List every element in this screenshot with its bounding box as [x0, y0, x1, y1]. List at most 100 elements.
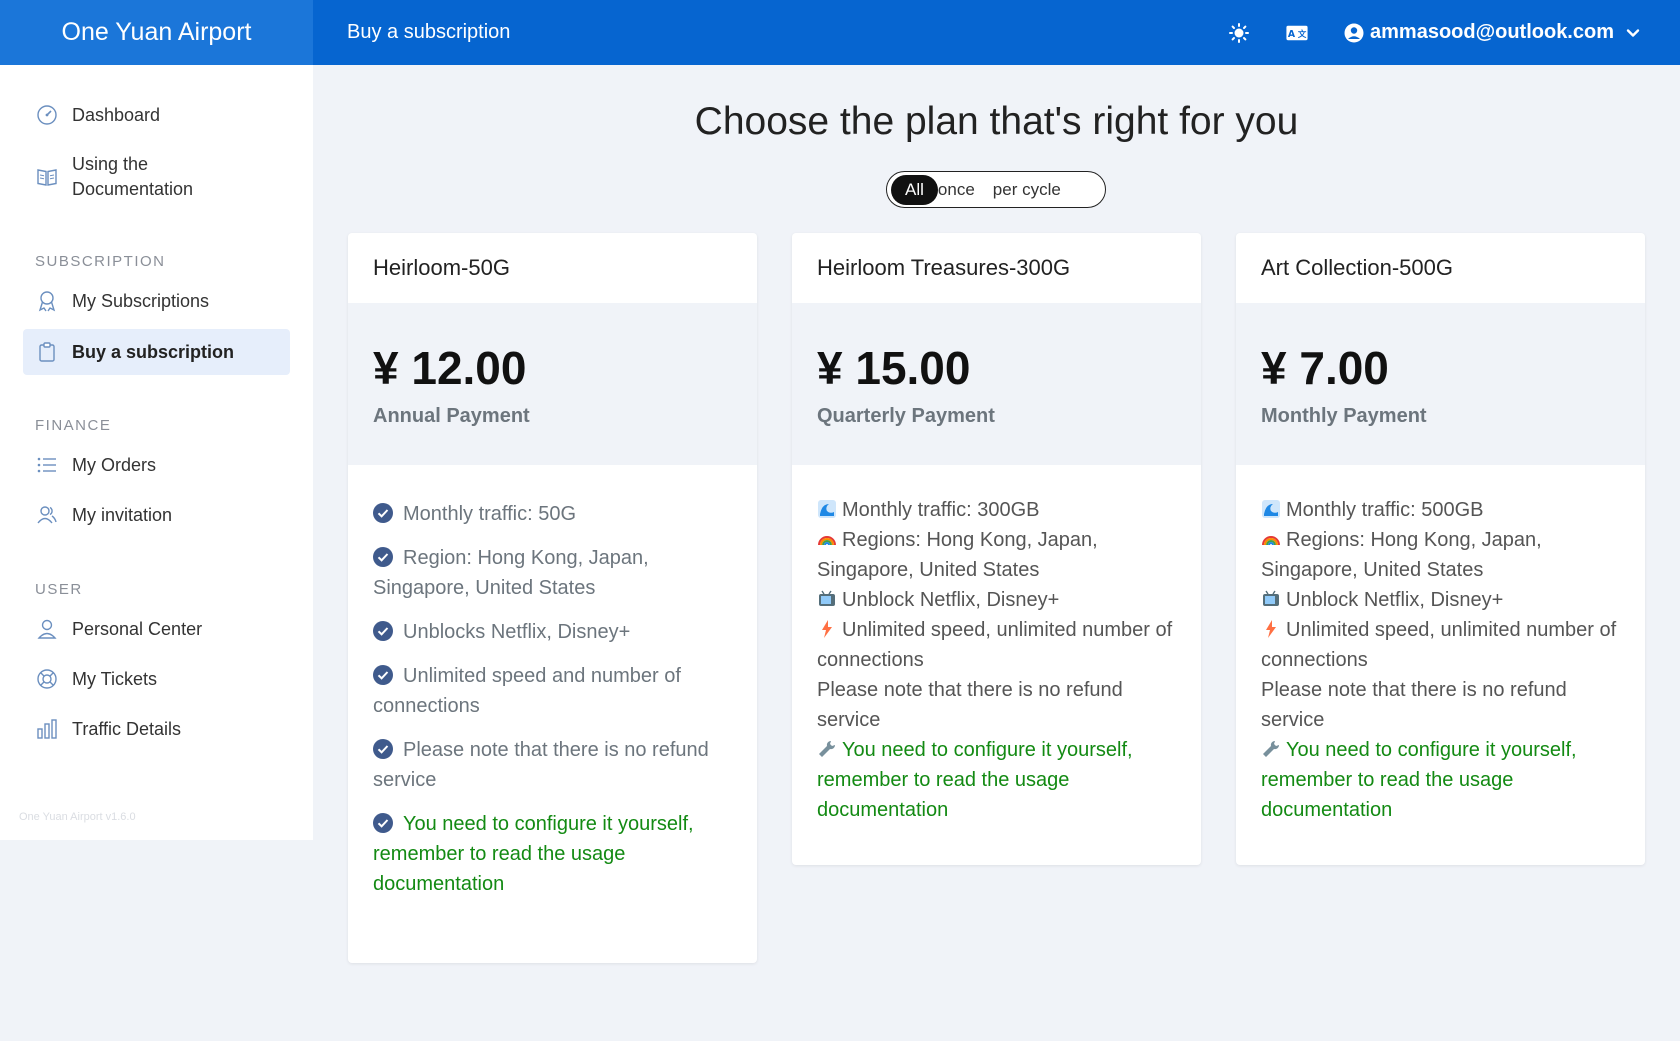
sidebar-item-label: My invitation	[72, 504, 173, 525]
section-title-subscription: SUBSCRIPTION	[35, 253, 166, 270]
clipboard-icon	[39, 342, 55, 362]
dashboard-icon	[37, 105, 57, 125]
check-circle-icon	[373, 665, 393, 685]
feature-item: Unblocks Netflix, Disney+	[373, 617, 732, 647]
section-title-user: USER	[35, 581, 83, 598]
svg-text:文: 文	[1298, 28, 1307, 38]
award-icon	[38, 291, 56, 312]
sidebar-item-my-tickets[interactable]: My Tickets	[23, 657, 290, 701]
feature-item: Unlimited speed and number of connection…	[373, 665, 681, 717]
sidebar-item-label: My Subscriptions	[72, 290, 210, 311]
plan-period: Monthly Payment	[1261, 405, 1427, 427]
plan-card[interactable]: Art Collection-500G ¥ 7.00 Monthly Payme…	[1236, 233, 1645, 865]
wrench-icon	[1263, 740, 1280, 757]
sidebar-item-personal-center[interactable]: Personal Center	[23, 607, 290, 651]
plan-period: Quarterly Payment	[817, 405, 995, 427]
feature-line: Unlimited speed, unlimited number of con…	[817, 619, 1173, 671]
feature-line: Monthly traffic: 300GB	[817, 495, 1176, 525]
feature-item: Region: Hong Kong, Japan, Singapore, Uni…	[373, 547, 649, 599]
sidebar-item-label: Personal Center	[72, 618, 203, 639]
feature-line: You need to configure it yourself, remem…	[1261, 739, 1577, 821]
sidebar-item-my-orders[interactable]: My Orders	[23, 443, 290, 487]
lifebuoy-icon	[37, 669, 57, 689]
plan-features: Monthly traffic: 50G Region: Hong Kong, …	[348, 465, 757, 963]
theme-toggle-icon[interactable]	[1228, 22, 1250, 44]
plan-price-panel: ¥ 12.00 Annual Payment	[348, 303, 757, 465]
bar-chart-icon	[37, 719, 57, 739]
plan-features: Monthly traffic: 500GB Regions: Hong Kon…	[1236, 465, 1645, 865]
wave-icon	[818, 500, 836, 518]
app-version: One Yuan Airport v1.6.0	[19, 811, 136, 823]
plan-price: ¥ 15.00	[817, 342, 971, 394]
header-actions: A文 ammasood@outlook.com	[1192, 0, 1680, 65]
sidebar-item-label: My Tickets	[72, 668, 158, 689]
plan-name: Heirloom-50G	[373, 255, 510, 280]
sidebar-item-label: Traffic Details	[72, 718, 182, 739]
sidebar-item-label: Dashboard	[72, 104, 161, 125]
plan-price: ¥ 7.00	[1261, 342, 1389, 394]
wrench-icon	[819, 740, 836, 757]
sidebar-item-documentation[interactable]: Using the Documentation	[23, 147, 290, 207]
feature-line: Unblock Netflix, Disney+	[1261, 585, 1620, 615]
chevron-down-icon	[1626, 28, 1640, 37]
book-icon	[37, 169, 57, 186]
svg-text:A: A	[1288, 28, 1296, 39]
users-icon	[37, 506, 57, 524]
sidebar-item-traffic-details[interactable]: Traffic Details	[23, 707, 290, 751]
plan-features: Monthly traffic: 300GB Regions: Hong Kon…	[792, 465, 1201, 865]
sidebar-item-my-subscriptions[interactable]: My Subscriptions	[23, 279, 290, 323]
language-icon[interactable]: A文	[1286, 22, 1308, 44]
plan-period: Annual Payment	[373, 405, 530, 427]
tv-icon	[819, 590, 835, 606]
plan-price-panel: ¥ 7.00 Monthly Payment	[1236, 303, 1645, 465]
feature-line: Monthly traffic: 500GB	[1261, 495, 1620, 525]
plan-card[interactable]: Heirloom Treasures-300G ¥ 15.00 Quarterl…	[792, 233, 1201, 865]
check-circle-icon	[373, 503, 393, 523]
list-icon	[37, 457, 56, 473]
check-circle-icon	[373, 739, 393, 759]
wave-icon	[1262, 500, 1280, 518]
tv-icon	[1263, 590, 1279, 606]
feature-item: Monthly traffic: 50G	[373, 499, 732, 529]
plan-name: Art Collection-500G	[1261, 255, 1453, 280]
check-circle-icon	[373, 547, 393, 567]
feature-line: Unblock Netflix, Disney+	[817, 585, 1176, 615]
app-title[interactable]: One Yuan Airport	[0, 0, 313, 65]
check-circle-icon	[373, 621, 393, 641]
sidebar-item-label: My Orders	[72, 454, 157, 475]
sidebar-item-label: Using the Documentation	[72, 154, 194, 199]
cycle-option-all[interactable]: All	[891, 174, 938, 205]
rainbow-icon	[818, 536, 836, 546]
billing-cycle-toggle[interactable]: All once per cycle	[886, 171, 1106, 208]
feature-line: Please note that there is no refund serv…	[817, 679, 1123, 731]
feature-line: Regions: Hong Kong, Japan, Singapore, Un…	[1261, 529, 1542, 581]
top-bar: One Yuan Airport Buy a subscription A文 a…	[0, 0, 1680, 65]
page-title: Buy a subscription	[347, 21, 511, 43]
plans-heading: Choose the plan that's right for you	[694, 100, 1299, 143]
cycle-option-per-cycle[interactable]: per cycle	[993, 180, 1061, 200]
plan-card[interactable]: Heirloom-50G ¥ 12.00 Annual Payment Mont…	[348, 233, 757, 963]
feature-line: Unlimited speed, unlimited number of con…	[1261, 619, 1617, 671]
sidebar-item-dashboard[interactable]: Dashboard	[23, 93, 290, 137]
plan-price-panel: ¥ 15.00 Quarterly Payment	[792, 303, 1201, 465]
sidebar: Dashboard Using the Documentation SUBSCR…	[0, 65, 313, 840]
sidebar-item-label: Buy a subscription	[72, 341, 235, 362]
user-icon	[37, 619, 57, 639]
user-email: ammasood@outlook.com	[1370, 21, 1614, 43]
feature-line: You need to configure it yourself, remem…	[817, 739, 1133, 821]
check-circle-icon	[373, 813, 393, 833]
feature-item: Please note that there is no refund serv…	[373, 739, 709, 791]
feature-line: Regions: Hong Kong, Japan, Singapore, Un…	[817, 529, 1098, 581]
lightning-icon	[1266, 620, 1276, 638]
plan-price: ¥ 12.00	[373, 342, 527, 394]
plan-name: Heirloom Treasures-300G	[817, 255, 1071, 280]
cycle-option-once[interactable]: once	[938, 180, 975, 200]
sidebar-item-my-invitation[interactable]: My invitation	[23, 493, 290, 537]
user-avatar-icon	[1344, 23, 1364, 42]
user-menu[interactable]: ammasood@outlook.com	[1344, 21, 1640, 44]
feature-item: You need to configure it yourself, remem…	[373, 813, 694, 895]
rainbow-icon	[1262, 536, 1280, 546]
lightning-icon	[822, 620, 832, 638]
sidebar-item-buy-subscription[interactable]: Buy a subscription	[23, 329, 290, 375]
section-title-finance: FINANCE	[35, 417, 112, 434]
